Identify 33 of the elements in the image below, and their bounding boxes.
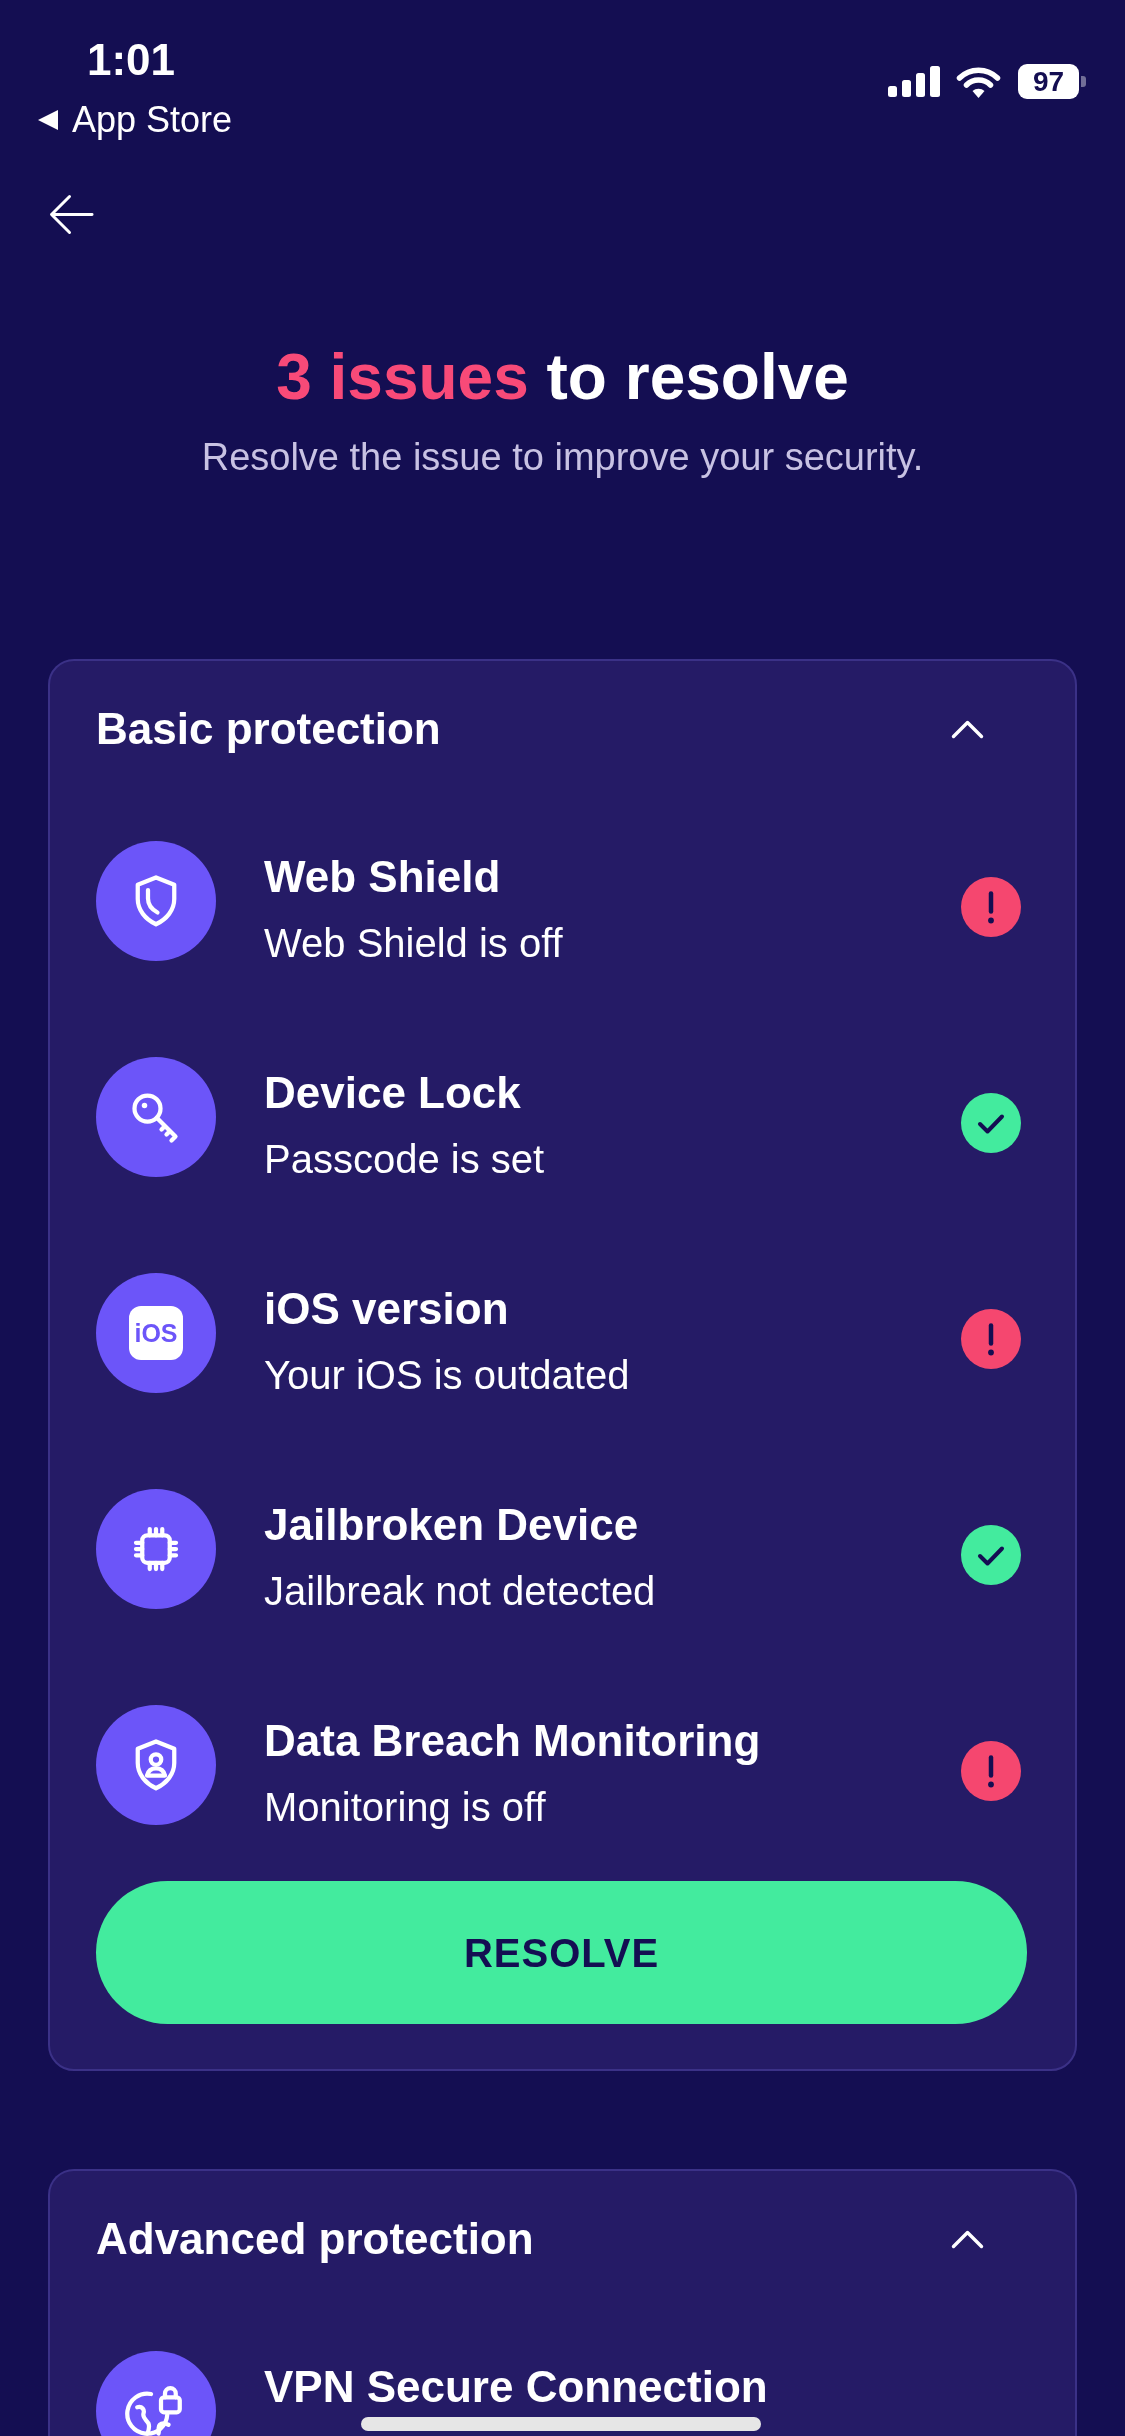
section-title: Basic protection — [96, 703, 441, 755]
item-title: VPN Secure Connection — [264, 2361, 769, 2413]
cellular-signal-icon — [888, 66, 940, 97]
chip-icon — [96, 1489, 216, 1609]
shield-icon — [96, 841, 216, 961]
shield-person-icon — [96, 1705, 216, 1825]
battery-cap-icon — [1081, 76, 1086, 87]
status-time: 1:01 — [87, 38, 176, 82]
item-status-text: Your iOS is outdated — [264, 1352, 631, 1399]
collapse-button[interactable] — [951, 2229, 984, 2249]
page-subtitle: Resolve the issue to improve your security. — [200, 435, 925, 480]
item-status-text: Monitoring is off — [264, 1784, 547, 1831]
item-title: iOS version — [264, 1283, 510, 1335]
item-status-text: Web Shield is off — [264, 920, 564, 967]
item-title: Web Shield — [264, 851, 502, 903]
battery-level: 97 — [1018, 64, 1079, 99]
item-title: Data Breach Monitoring — [264, 1715, 762, 1767]
globe-lock-icon — [96, 2351, 216, 2436]
ios-logo: iOS — [96, 1273, 216, 1393]
section-title: Advanced protection — [96, 2213, 534, 2265]
page-title: 3 issues to resolve — [275, 340, 850, 415]
chevron-up-icon — [951, 719, 984, 739]
collapse-button[interactable] — [951, 719, 984, 739]
item-status-text: Jailbreak not detected — [264, 1568, 657, 1615]
wifi-icon — [956, 65, 1001, 98]
app-store-back-link[interactable]: App Store — [38, 102, 233, 138]
item-status-text: Passcode is set — [264, 1136, 546, 1183]
key-icon — [96, 1057, 216, 1177]
back-triangle-icon — [38, 110, 58, 130]
chevron-up-icon — [951, 2229, 984, 2249]
resolve-button[interactable]: RESOLVE — [96, 1881, 1027, 2024]
item-title: Jailbroken Device — [264, 1499, 640, 1551]
item-title: Device Lock — [264, 1067, 522, 1119]
